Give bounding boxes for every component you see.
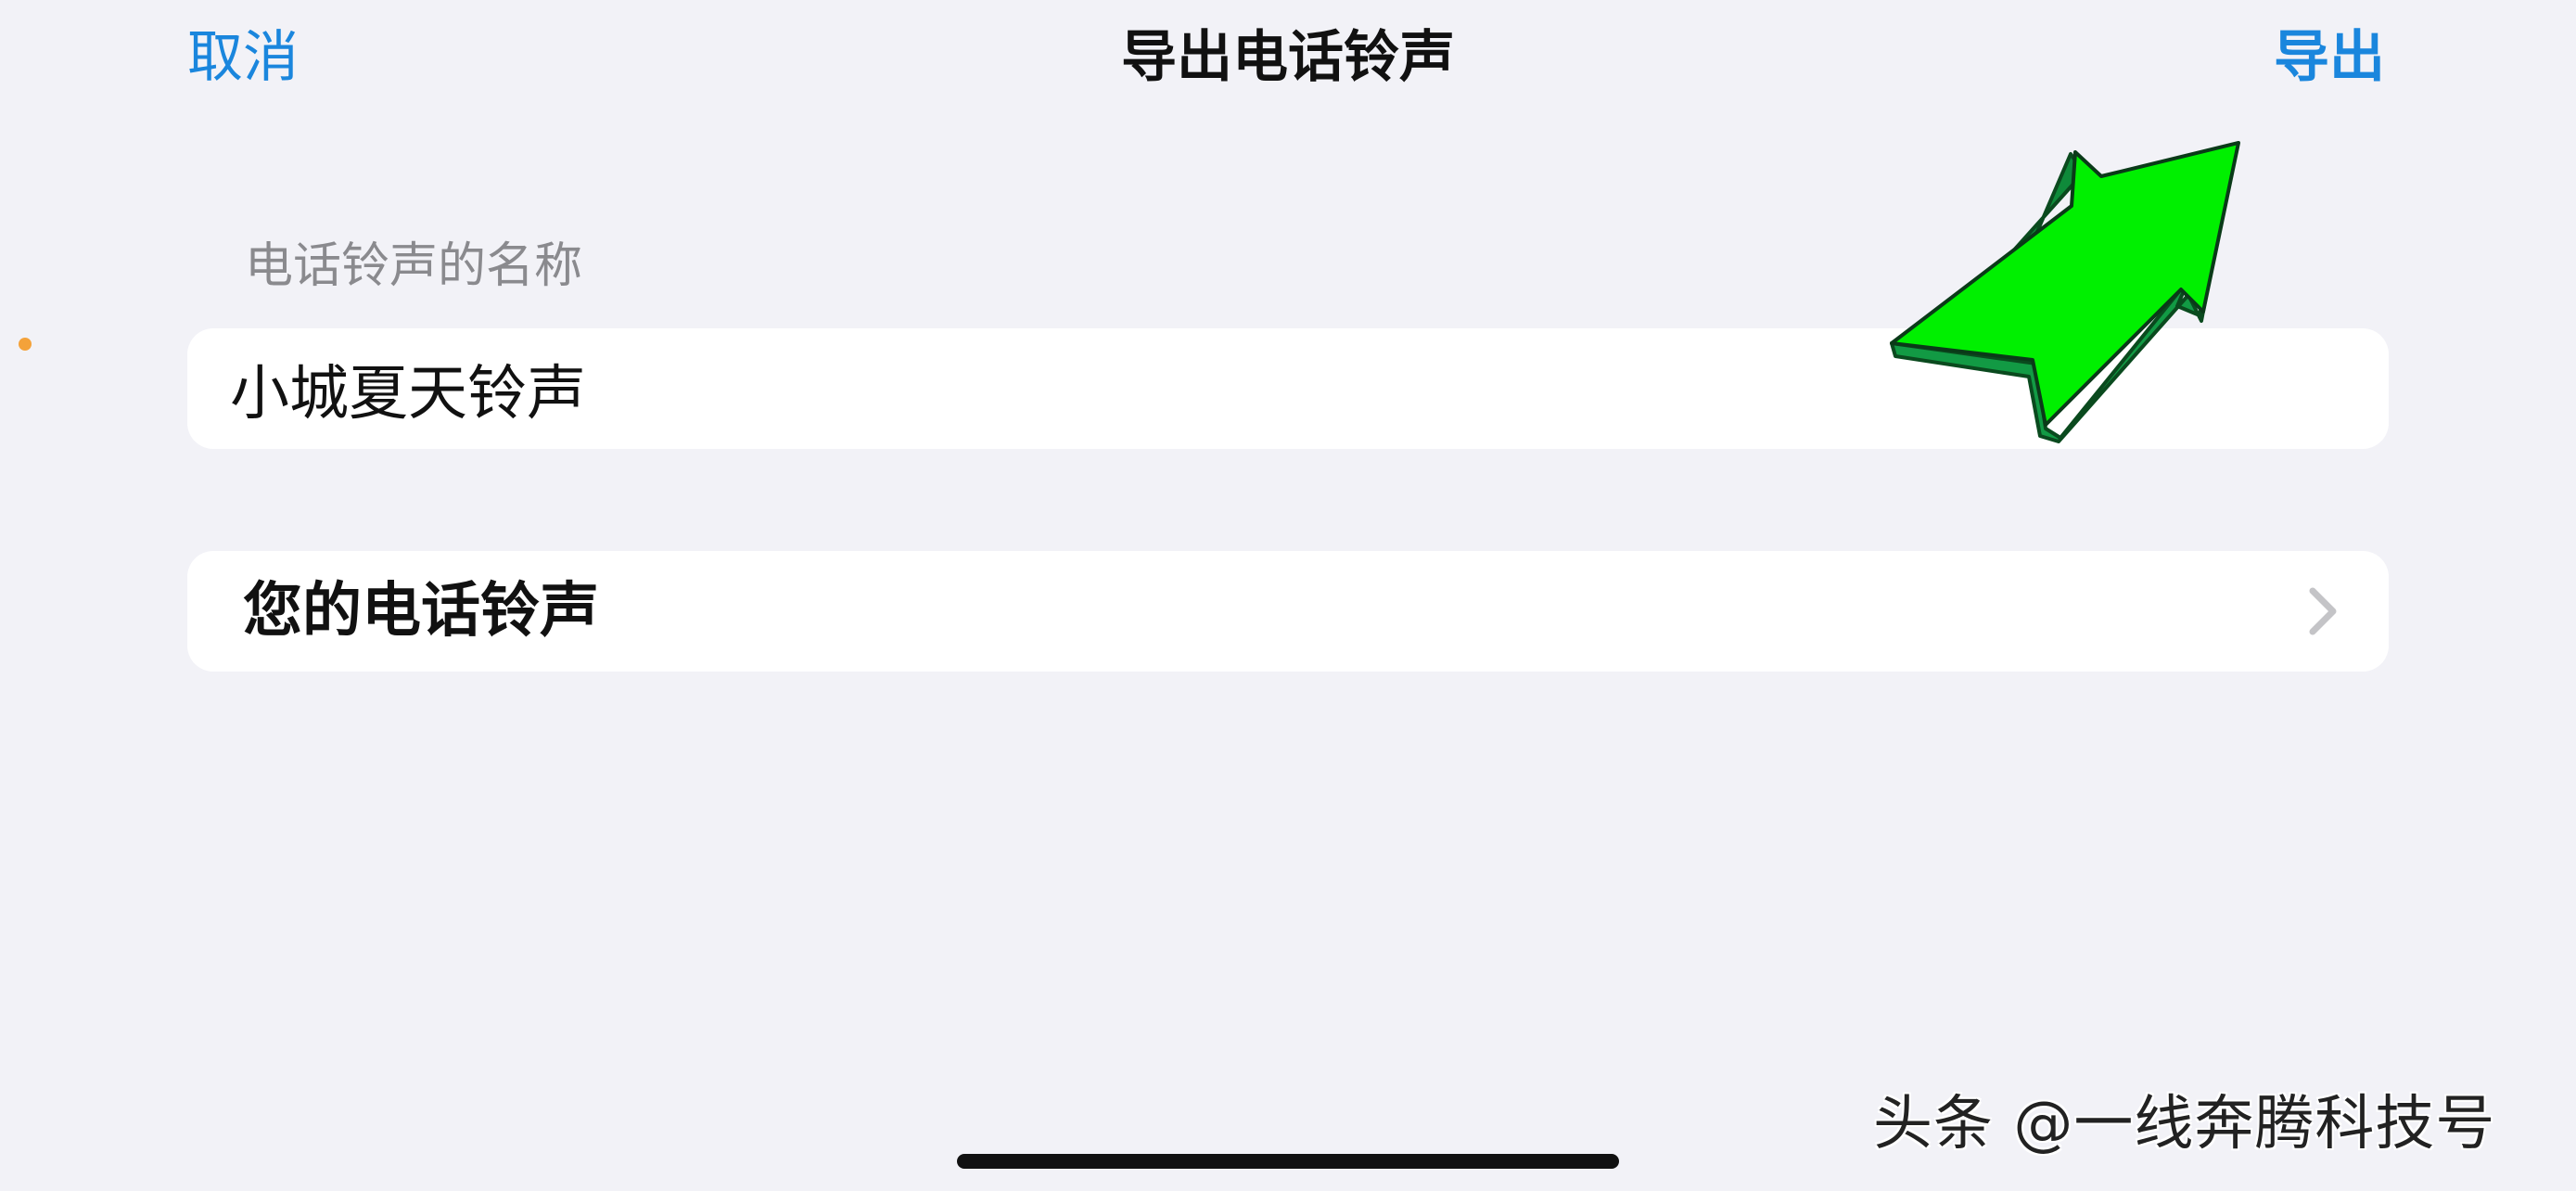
page-title: 导出电话铃声	[1121, 25, 1455, 90]
export-button[interactable]: 导出	[2274, 20, 2385, 95]
chevron-right-icon	[2309, 587, 2337, 635]
your-ringtones-label: 您的电话铃声	[243, 577, 599, 646]
status-indicator-dot	[19, 338, 32, 351]
home-indicator-bar[interactable]	[957, 1154, 1619, 1169]
ringtone-name-section-label: 电话铃声的名称	[245, 238, 583, 294]
your-ringtones-row[interactable]: 您的电话铃声	[187, 551, 2389, 672]
annotation-arrow-icon	[1890, 141, 2240, 443]
ringtone-name-input[interactable]	[230, 345, 1899, 432]
watermark-text: 头条 @一线奔腾科技号	[1873, 1090, 2496, 1159]
